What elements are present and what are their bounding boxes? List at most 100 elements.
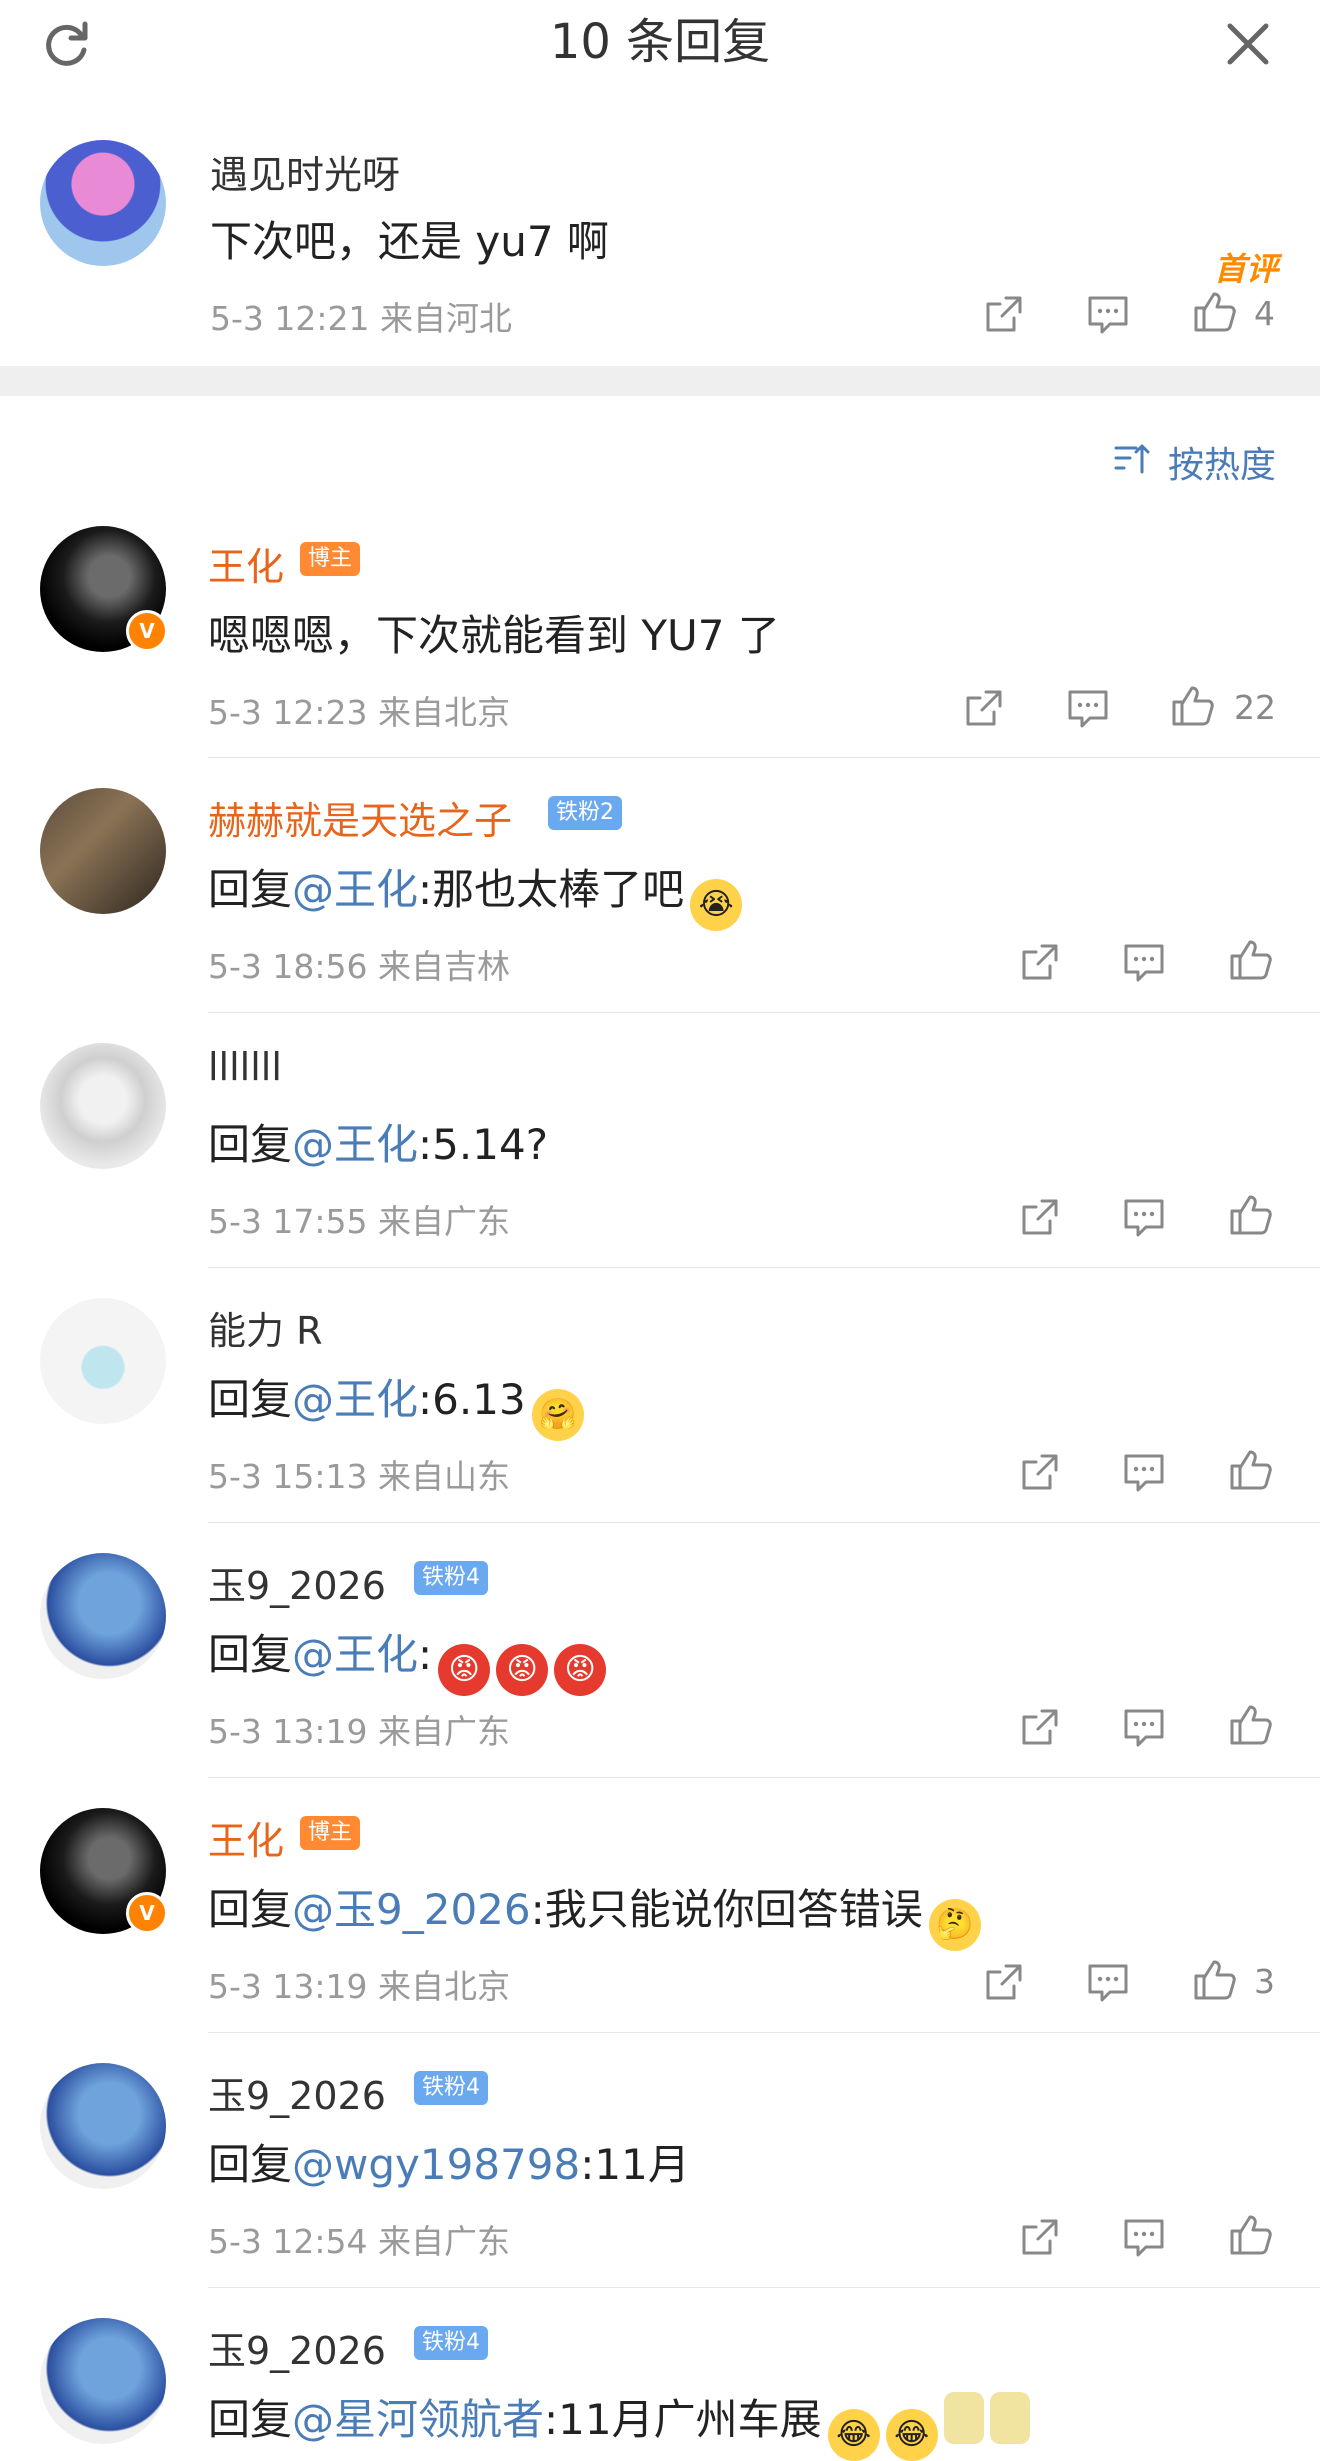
comment-text: 回复@wgy198798:11月 xyxy=(208,2140,690,2189)
angry-emoji-icon: 😡 xyxy=(554,1644,607,1696)
comment-time: 5-3 12:23 xyxy=(208,693,368,732)
comment-meta: 5-3 12:54 来自广东 xyxy=(208,2215,510,2263)
commenter-name[interactable]: 王化 xyxy=(208,536,284,591)
comment-text: 回复@玉9_2026:我只能说你回答错误 🤔 xyxy=(208,1876,981,1951)
comment-location: 来自北京 xyxy=(378,1967,510,2006)
like-icon[interactable] xyxy=(1190,1956,1238,2004)
avatar[interactable] xyxy=(40,2063,166,2189)
comment-text: 嗯嗯嗯，下次就能看到 YU7 了 xyxy=(208,611,780,660)
comment-icon[interactable] xyxy=(1120,938,1168,986)
mention-link[interactable]: @王化 xyxy=(292,865,418,914)
like-icon[interactable] xyxy=(1226,2211,1274,2259)
comment-location: 来自广东 xyxy=(378,1712,510,1751)
mention-link[interactable]: @王化 xyxy=(292,1375,418,1424)
comment-icon[interactable] xyxy=(1120,1193,1168,1241)
comment-location: 来自河北 xyxy=(380,299,512,338)
reply-item: 赫赫就是天选之子 铁粉2 回复@王化:那也太棒了吧 😭 5-3 18:56 来自吉… xyxy=(0,758,1320,1013)
comment-text: 回复@星河领航者:11月广州车展 😂 😂 xyxy=(208,2386,1030,2461)
like-icon[interactable] xyxy=(1226,1191,1274,1239)
comment-time: 5-3 17:55 xyxy=(208,1202,368,1241)
share-icon[interactable] xyxy=(980,1958,1028,2006)
crying-emoji-icon: 😭 xyxy=(690,879,743,931)
comment-meta: 5-3 13:19 来自广东 xyxy=(208,1705,510,1753)
share-icon[interactable] xyxy=(1016,938,1064,986)
fan-badge: 铁粉2 xyxy=(548,796,622,830)
avatar[interactable] xyxy=(40,140,166,266)
commenter-name[interactable]: 玉9_2026 xyxy=(208,2320,386,2375)
section-divider xyxy=(0,366,1320,396)
top-bar: 10 条回复 xyxy=(0,0,1320,105)
like-count: 4 xyxy=(1254,294,1275,333)
avatar[interactable] xyxy=(40,1298,166,1424)
like-count: 3 xyxy=(1254,1962,1275,2001)
commenter-name[interactable]: 王化 xyxy=(208,1810,284,1865)
comment-meta: 5-3 15:13 来自山东 xyxy=(208,1450,510,1498)
share-icon[interactable] xyxy=(1016,2213,1064,2261)
comment-text: 回复@王化:5.14? xyxy=(208,1120,548,1169)
like-icon[interactable] xyxy=(1226,1701,1274,1749)
comment-time: 5-3 13:19 xyxy=(208,1712,368,1751)
comment-time: 5-3 18:56 xyxy=(208,947,368,986)
commenter-name[interactable]: 玉9_2026 xyxy=(208,2065,386,2120)
reply-item: lllllll 回复@王化:5.14? 5-3 17:55 来自广东 xyxy=(0,1013,1320,1268)
comment-text: 回复@王化:6.13 🤗 xyxy=(208,1366,584,1441)
share-icon[interactable] xyxy=(1016,1193,1064,1241)
comment-icon[interactable] xyxy=(1120,1703,1168,1751)
share-icon[interactable] xyxy=(960,684,1008,732)
reply-item: 玉9_2026 铁粉4 回复@wgy198798:11月 5-3 12:54 来… xyxy=(0,2033,1320,2288)
like-icon[interactable] xyxy=(1190,288,1238,336)
like-count: 22 xyxy=(1234,688,1276,727)
commenter-name[interactable]: 能力 R xyxy=(208,1300,322,1355)
comment-meta: 5-3 18:56 来自吉林 xyxy=(208,940,510,988)
root-comment: 遇见时光呀 首评 下次吧，还是 yu7 啊 5-3 12:21 来自河北 4 xyxy=(0,104,1320,366)
mention-link[interactable]: @王化 xyxy=(292,1120,418,1169)
mention-link[interactable]: @玉9_2026 xyxy=(292,1885,531,1934)
comment-icon[interactable] xyxy=(1120,1448,1168,1496)
sort-icon[interactable] xyxy=(1112,440,1150,478)
comment-time: 5-3 12:21 xyxy=(210,299,370,338)
comment-meta: 5-3 12:23 来自北京 xyxy=(208,686,510,734)
fan-badge: 铁粉4 xyxy=(414,2071,488,2105)
comment-time: 5-3 12:54 xyxy=(208,2222,368,2261)
blogger-badge: 博主 xyxy=(300,1816,361,1850)
sort-bar: 按热度 xyxy=(0,396,1320,526)
reply-item: V 王化 博主 嗯嗯嗯，下次就能看到 YU7 了 5-3 12:23 来自北京 … xyxy=(0,526,1320,758)
share-icon[interactable] xyxy=(1016,1448,1064,1496)
reply-item: 能力 R 回复@王化:6.13 🤗 5-3 15:13 来自山东 xyxy=(0,1268,1320,1523)
comment-location: 来自吉林 xyxy=(378,947,510,986)
comment-meta: 5-3 17:55 来自广东 xyxy=(208,1195,510,1243)
avatar[interactable] xyxy=(40,1043,166,1169)
angry-emoji-icon: 😡 xyxy=(496,1644,549,1696)
commenter-name[interactable]: 遇见时光呀 xyxy=(210,144,400,199)
sort-button[interactable]: 按热度 xyxy=(1168,436,1276,488)
comment-meta: 5-3 12:21 来自河北 xyxy=(210,292,512,340)
reply-item: V 王化 博主 回复@玉9_2026:我只能说你回答错误 🤔 5-3 13:19 … xyxy=(0,1778,1320,2033)
commenter-name[interactable]: 玉9_2026 xyxy=(208,1555,386,1610)
comment-icon[interactable] xyxy=(1084,290,1132,338)
reply-item: 玉9_2026 铁粉4 回复@星河领航者:11月广州车展 😂 😂 xyxy=(0,2288,1320,2461)
avatar[interactable] xyxy=(40,2318,166,2444)
reply-item: 玉9_2026 铁粉4 回复@王化: 😡 😡 😡 5-3 13:19 来自广东 xyxy=(0,1523,1320,1778)
comment-icon[interactable] xyxy=(1120,2213,1168,2261)
mention-link[interactable]: @星河领航者 xyxy=(292,2395,544,2444)
comment-meta: 5-3 13:19 来自北京 xyxy=(208,1960,510,2008)
mention-link[interactable]: @王化 xyxy=(292,1630,418,1679)
close-icon[interactable] xyxy=(1220,16,1276,72)
share-icon[interactable] xyxy=(980,290,1028,338)
like-icon[interactable] xyxy=(1168,682,1216,730)
comment-location: 来自北京 xyxy=(378,693,510,732)
comment-icon[interactable] xyxy=(1084,1958,1132,2006)
comment-text: 回复@王化:那也太棒了吧 😭 xyxy=(208,856,743,931)
blogger-badge: 博主 xyxy=(300,542,361,576)
like-icon[interactable] xyxy=(1226,1446,1274,1494)
comment-icon[interactable] xyxy=(1064,684,1112,732)
fan-badge: 铁粉4 xyxy=(414,1561,488,1595)
commenter-name[interactable]: 赫赫就是天选之子 xyxy=(208,790,512,845)
avatar[interactable] xyxy=(40,1553,166,1679)
like-icon[interactable] xyxy=(1226,936,1274,984)
mention-link[interactable]: @wgy198798 xyxy=(292,2140,580,2189)
commenter-name[interactable]: lllllll xyxy=(208,1045,282,1089)
comment-time: 5-3 13:19 xyxy=(208,1967,368,2006)
avatar[interactable] xyxy=(40,788,166,914)
share-icon[interactable] xyxy=(1016,1703,1064,1751)
